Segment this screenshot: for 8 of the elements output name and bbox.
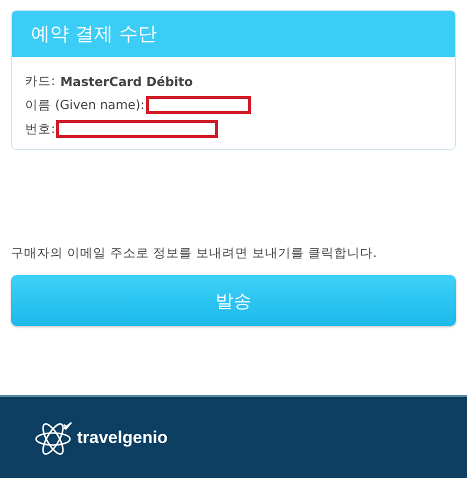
field-label: 이름 (Given name): (25, 96, 145, 114)
field-label: 카드: (25, 72, 56, 90)
card-title: 예약 결제 수단 (31, 22, 158, 47)
field-label: 번호: (25, 120, 56, 138)
email-hint: 구매자의 이메일 주소로 정보를 보내려면 보내기를 클릭합니다. (11, 245, 378, 262)
send-button[interactable]: 발송 (11, 275, 456, 326)
brand-name: travelgenio (77, 428, 168, 448)
field-value: MasterCard Débito (60, 74, 193, 88)
